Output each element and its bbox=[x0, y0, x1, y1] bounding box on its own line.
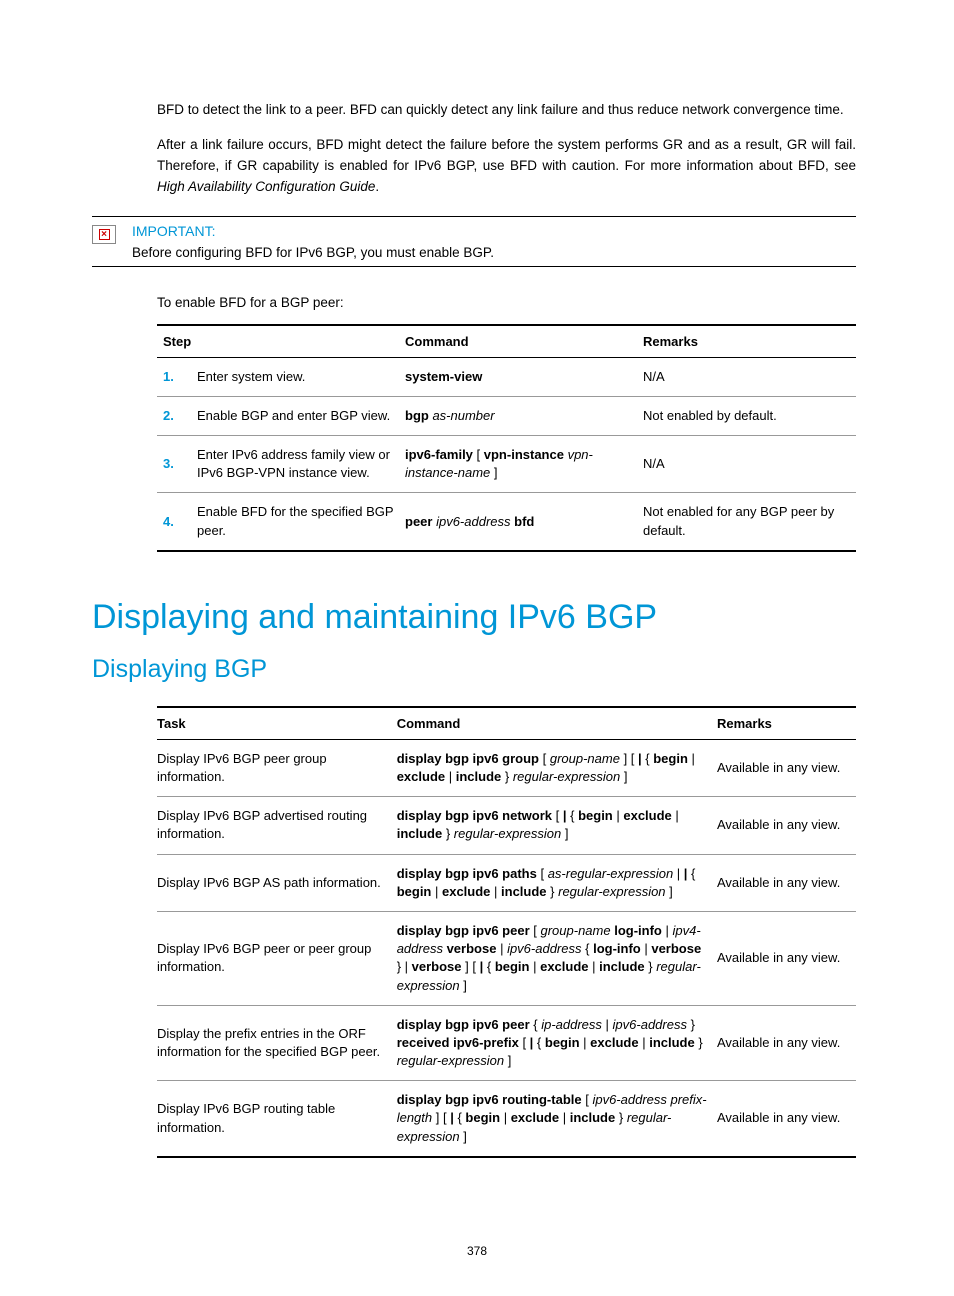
task-cell: Display the prefix entries in the ORF in… bbox=[157, 1005, 397, 1081]
page: BFD to detect the link to a peer. BFD ca… bbox=[0, 0, 954, 1296]
command-cell: display bgp ipv6 peer [ group-name log-i… bbox=[397, 911, 717, 1005]
step-number: 2. bbox=[157, 396, 197, 435]
task-cell: Display IPv6 BGP peer or peer group info… bbox=[157, 911, 397, 1005]
task-cell: Display IPv6 BGP advertised routing info… bbox=[157, 797, 397, 854]
step-description: Enable BFD for the specified BGP peer. bbox=[197, 493, 405, 551]
remarks-cell: Not enabled by default. bbox=[643, 396, 856, 435]
step-description: Enter system view. bbox=[197, 357, 405, 396]
important-text: Before configuring BFD for IPv6 BGP, you… bbox=[132, 245, 856, 260]
table-row: Display IPv6 BGP peer group information.… bbox=[157, 739, 856, 796]
important-icon: × bbox=[92, 225, 116, 244]
table-row: Display the prefix entries in the ORF in… bbox=[157, 1005, 856, 1081]
header-command: Command bbox=[397, 707, 717, 740]
remarks-cell: Available in any view. bbox=[717, 854, 856, 911]
text-segment: . bbox=[375, 179, 379, 194]
table-row: Display IPv6 BGP peer or peer group info… bbox=[157, 911, 856, 1005]
table-header-row: Step Command Remarks bbox=[157, 325, 856, 358]
procedure-table: Step Command Remarks 1.Enter system view… bbox=[157, 324, 856, 552]
heading-2: Displaying BGP bbox=[92, 655, 856, 684]
header-remarks: Remarks bbox=[643, 325, 856, 358]
header-remarks: Remarks bbox=[717, 707, 856, 740]
task-cell: Display IPv6 BGP peer group information. bbox=[157, 739, 397, 796]
command-cell: peer ipv6-address bfd bbox=[405, 493, 643, 551]
paragraph-bfd-intro: BFD to detect the link to a peer. BFD ca… bbox=[92, 100, 856, 121]
step-description: Enable BGP and enter BGP view. bbox=[197, 396, 405, 435]
command-cell: display bgp ipv6 network [ | { begin | e… bbox=[397, 797, 717, 854]
step-description: Enter IPv6 address family view or IPv6 B… bbox=[197, 436, 405, 493]
paragraph-bfd-caution: After a link failure occurs, BFD might d… bbox=[92, 135, 856, 198]
command-cell: bgp as-number bbox=[405, 396, 643, 435]
table-row: 2.Enable BGP and enter BGP view.bgp as-n… bbox=[157, 396, 856, 435]
lead-in-text: To enable BFD for a BGP peer: bbox=[157, 295, 856, 310]
table-row: 4.Enable BFD for the specified BGP peer.… bbox=[157, 493, 856, 551]
header-task: Task bbox=[157, 707, 397, 740]
text-segment: After a link failure occurs, BFD might d… bbox=[157, 137, 856, 173]
remarks-cell: Available in any view. bbox=[717, 1005, 856, 1081]
doc-reference: High Availability Configuration Guide bbox=[157, 179, 375, 194]
command-cell: display bgp ipv6 peer { ip-address | ipv… bbox=[397, 1005, 717, 1081]
remarks-cell: N/A bbox=[643, 436, 856, 493]
remarks-cell: Available in any view. bbox=[717, 1081, 856, 1157]
table-row: 3.Enter IPv6 address family view or IPv6… bbox=[157, 436, 856, 493]
remarks-cell: Not enabled for any BGP peer by default. bbox=[643, 493, 856, 551]
step-number: 3. bbox=[157, 436, 197, 493]
step-number: 1. bbox=[157, 357, 197, 396]
command-cell: system-view bbox=[405, 357, 643, 396]
header-command: Command bbox=[405, 325, 643, 358]
table-row: 1.Enter system view.system-viewN/A bbox=[157, 357, 856, 396]
important-label: IMPORTANT: bbox=[132, 223, 856, 239]
page-number: 378 bbox=[0, 1244, 954, 1258]
command-cell: display bgp ipv6 group [ group-name ] [ … bbox=[397, 739, 717, 796]
important-callout: × IMPORTANT: Before configuring BFD for … bbox=[92, 216, 856, 267]
table-row: Display IPv6 BGP advertised routing info… bbox=[157, 797, 856, 854]
command-cell: ipv6-family [ vpn-instance vpn-instance-… bbox=[405, 436, 643, 493]
step-number: 4. bbox=[157, 493, 197, 551]
remarks-cell: Available in any view. bbox=[717, 739, 856, 796]
table-row: Display IPv6 BGP routing table informati… bbox=[157, 1081, 856, 1157]
table-header-row: Task Command Remarks bbox=[157, 707, 856, 740]
command-cell: display bgp ipv6 paths [ as-regular-expr… bbox=[397, 854, 717, 911]
task-cell: Display IPv6 BGP routing table informati… bbox=[157, 1081, 397, 1157]
table-row: Display IPv6 BGP AS path information.dis… bbox=[157, 854, 856, 911]
command-cell: display bgp ipv6 routing-table [ ipv6-ad… bbox=[397, 1081, 717, 1157]
header-step: Step bbox=[157, 325, 405, 358]
display-commands-table: Task Command Remarks Display IPv6 BGP pe… bbox=[157, 706, 856, 1158]
remarks-cell: Available in any view. bbox=[717, 797, 856, 854]
heading-1: Displaying and maintaining IPv6 BGP bbox=[92, 598, 856, 637]
remarks-cell: Available in any view. bbox=[717, 911, 856, 1005]
remarks-cell: N/A bbox=[643, 357, 856, 396]
task-cell: Display IPv6 BGP AS path information. bbox=[157, 854, 397, 911]
